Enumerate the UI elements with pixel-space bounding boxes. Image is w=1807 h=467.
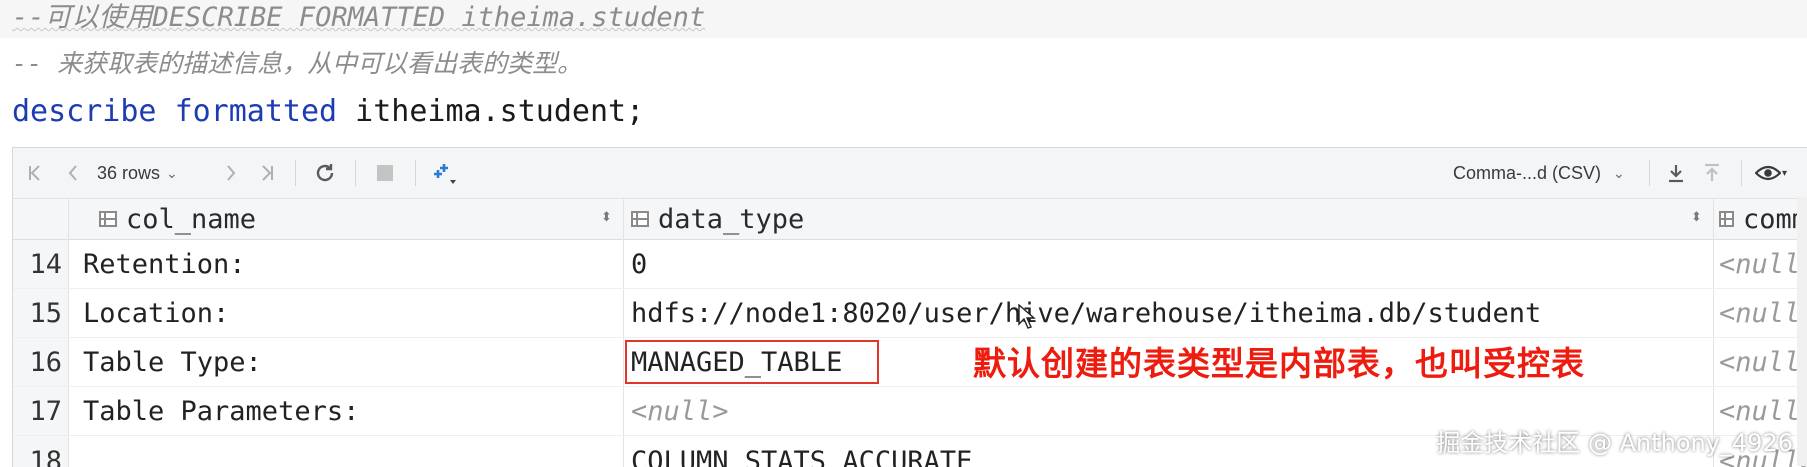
last-page-icon[interactable]	[253, 148, 281, 198]
cell-comment[interactable]: <null>	[1713, 338, 1807, 386]
toolbar-divider	[1741, 160, 1742, 186]
chevron-down-icon: ⌄	[1613, 164, 1625, 181]
grid-header-row: col_name ⬍ data_type ⬍ comm	[13, 199, 1807, 240]
comment-line-2: -- 来获取表的描述信息，从中可以看出表的类型。	[12, 49, 583, 78]
sort-icon[interactable]: ⬍	[1691, 210, 1702, 225]
column-header-label: col_name	[126, 203, 257, 235]
watermark: 掘金技术社区 @ Anthony_4926	[1436, 429, 1793, 457]
column-icon	[631, 211, 649, 227]
cell-col-name[interactable]: Table Type:	[83, 338, 623, 386]
rows-count-label: 36 rows	[97, 162, 161, 183]
stop-icon[interactable]	[368, 148, 402, 198]
chevron-down-icon: ⌄	[166, 164, 178, 181]
export-format-dropdown[interactable]: Comma-...d (CSV) ⌄	[1453, 148, 1633, 198]
table-row[interactable]: 15 Location: hdfs://node1:8020/user/hive…	[13, 289, 1807, 337]
table-row[interactable]: 14 Retention: 0 <null>	[13, 240, 1807, 288]
annotation-text: 默认创建的表类型是内部表，也叫受控表	[973, 344, 1585, 383]
row-number: 14	[13, 240, 68, 288]
keyword-describe: describe	[12, 94, 157, 129]
pin-tool-icon[interactable]	[425, 148, 463, 198]
result-grid: 36 rows ⌄ Comma-...d (CSV) ⌄ ▾ col_name …	[12, 147, 1807, 467]
column-header-comment[interactable]: comm	[1713, 199, 1807, 239]
sort-icon[interactable]: ⬍	[601, 210, 612, 225]
refresh-icon[interactable]	[308, 148, 342, 198]
column-header-data-type[interactable]: data_type ⬍	[623, 199, 1713, 239]
column-header-col-name[interactable]: col_name ⬍	[83, 199, 623, 239]
prev-page-icon[interactable]	[61, 148, 85, 198]
row-number: 17	[13, 387, 68, 435]
cell-data-type[interactable]: hdfs://node1:8020/user/hive/warehouse/it…	[623, 289, 1713, 337]
export-format-label: Comma-...d (CSV)	[1453, 162, 1602, 183]
toolbar-divider	[415, 160, 416, 186]
eye-icon[interactable]: ▾	[1753, 148, 1789, 198]
cell-col-name[interactable]: Retention:	[83, 240, 623, 288]
cell-data-type[interactable]: 0	[623, 240, 1713, 288]
sql-editor[interactable]: --可以使用DESCRIBE FORMATTED itheima.student…	[0, 0, 1807, 142]
first-page-icon[interactable]	[21, 148, 49, 198]
rows-count-dropdown[interactable]: 36 rows ⌄	[97, 148, 207, 198]
table-identifier: itheima.student;	[337, 94, 645, 129]
keyword-formatted: formatted	[174, 94, 338, 129]
upload-icon[interactable]	[1697, 148, 1727, 198]
result-toolbar: 36 rows ⌄ Comma-...d (CSV) ⌄ ▾	[13, 148, 1807, 199]
mouse-cursor-icon	[1018, 304, 1036, 329]
vertical-scrollbar[interactable]	[1797, 197, 1807, 466]
cell-comment[interactable]: <null>	[1713, 289, 1807, 337]
row-number-header	[13, 199, 68, 239]
toolbar-divider	[355, 160, 356, 186]
row-number: 18	[13, 436, 68, 467]
toolbar-divider	[295, 160, 296, 186]
column-header-label: data_type	[658, 203, 805, 235]
cell-comment[interactable]: <null>	[1713, 240, 1807, 288]
cell-col-name[interactable]: Table Parameters:	[83, 387, 623, 435]
row-number: 16	[13, 338, 68, 386]
sql-statement: describe formatted itheima.student;	[12, 92, 644, 132]
comment-line-1: --可以使用DESCRIBE FORMATTED itheima.student	[12, 2, 706, 33]
toolbar-divider	[1649, 160, 1650, 186]
download-icon[interactable]	[1661, 148, 1691, 198]
next-page-icon[interactable]	[219, 148, 243, 198]
highlight-box	[625, 340, 879, 384]
cell-col-name[interactable]: Location:	[83, 289, 623, 337]
row-number: 15	[13, 289, 68, 337]
cell-col-name[interactable]	[83, 436, 623, 467]
column-icon	[99, 211, 117, 227]
column-icon	[1719, 211, 1734, 227]
